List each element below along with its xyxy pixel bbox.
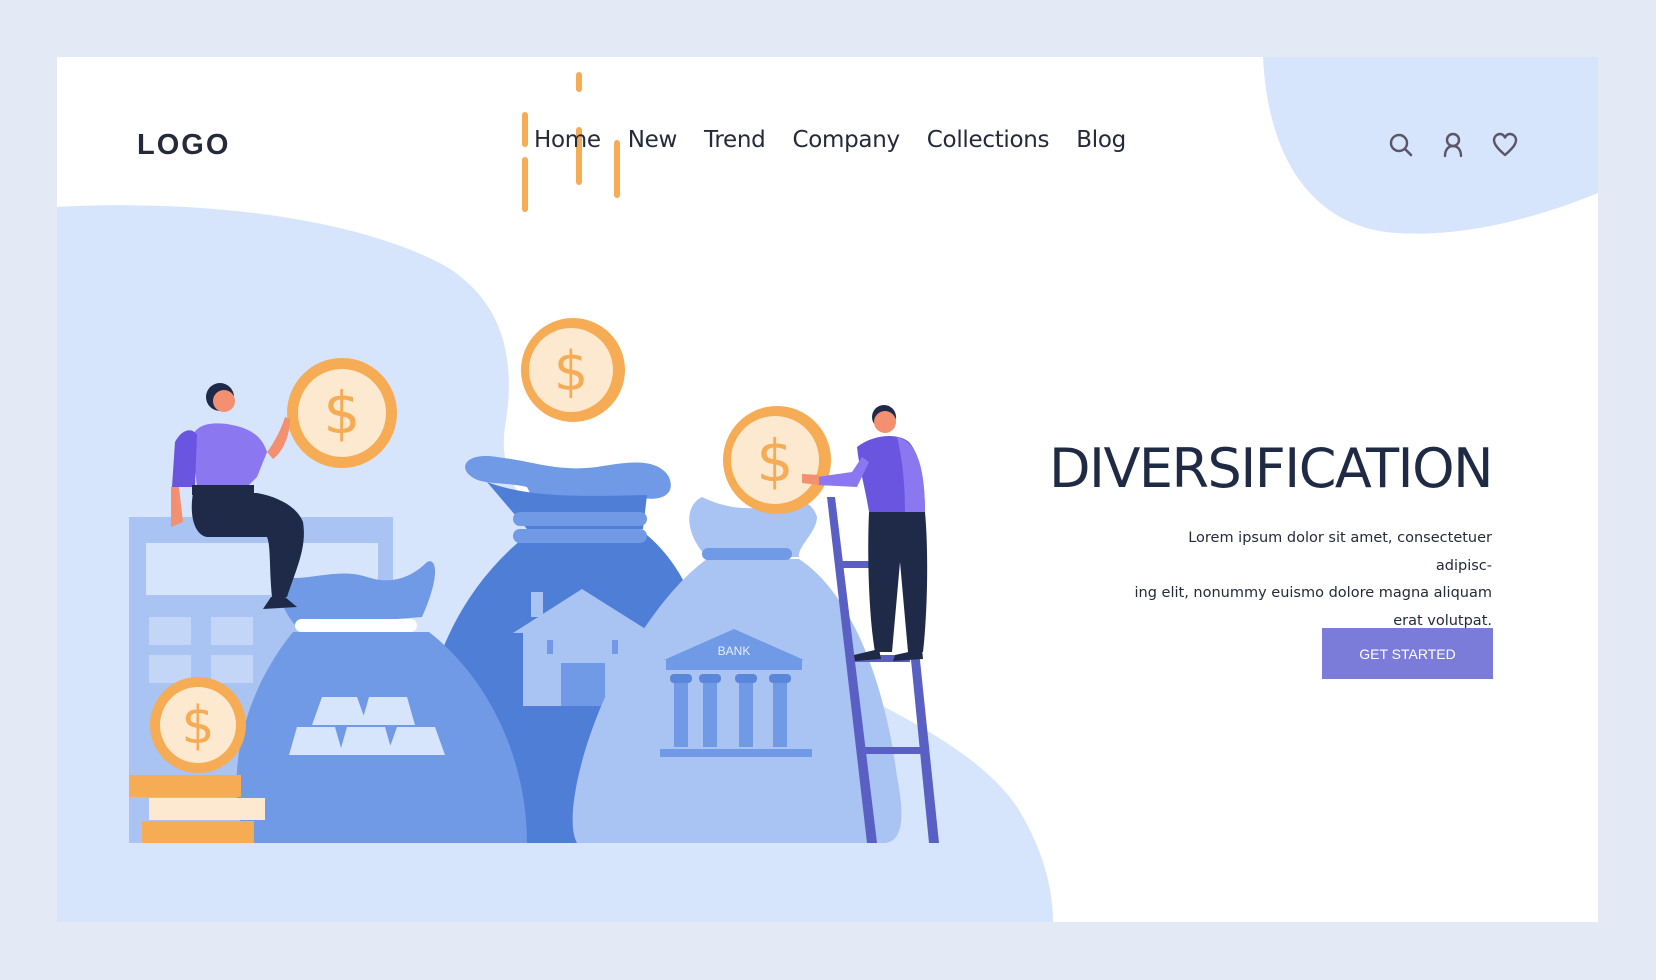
header-actions: [1387, 131, 1519, 159]
landing-card: BANK $ $ $ $ LOGO Home New Trend Company…: [57, 57, 1598, 922]
nav-company[interactable]: Company: [792, 127, 900, 153]
nav-collections[interactable]: Collections: [927, 127, 1050, 153]
heart-icon[interactable]: [1491, 131, 1519, 159]
search-icon[interactable]: [1387, 131, 1415, 159]
svg-text:$: $: [554, 340, 588, 403]
hero-description: Lorem ipsum dolor sit amet, consectetuer…: [1132, 525, 1493, 635]
nav-new[interactable]: New: [628, 127, 678, 153]
coin-falling: $: [521, 72, 625, 422]
user-icon[interactable]: [1439, 131, 1467, 159]
get-started-button[interactable]: GET STARTED: [1322, 628, 1493, 679]
svg-text:$: $: [324, 379, 361, 447]
coin-man: $: [723, 406, 831, 514]
main-nav: Home New Trend Company Collections Blog: [534, 127, 1153, 153]
svg-text:$: $: [181, 696, 214, 756]
coin-bottom-left: $: [150, 677, 246, 773]
logo[interactable]: LOGO: [137, 129, 230, 162]
nav-home[interactable]: Home: [534, 127, 601, 153]
coin-woman: $: [287, 358, 397, 468]
bank-label: BANK: [718, 644, 751, 658]
hero-description-line: Lorem ipsum dolor sit amet, consectetuer…: [1188, 530, 1492, 574]
nav-blog[interactable]: Blog: [1076, 127, 1126, 153]
hero-description-line: ing elit, nonummy euismo dolore magna al…: [1134, 585, 1493, 601]
nav-trend[interactable]: Trend: [704, 127, 766, 153]
hero-title: DIVERSIFICATION: [1048, 437, 1494, 500]
svg-text:$: $: [757, 427, 794, 495]
